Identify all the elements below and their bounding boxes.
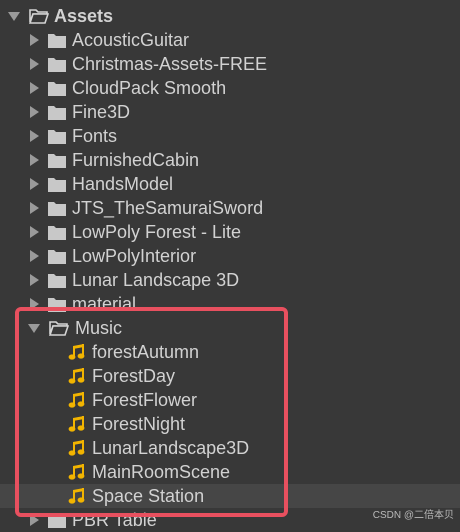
tree-label: ForestNight bbox=[92, 413, 186, 434]
audio-clip-icon bbox=[68, 368, 85, 384]
folder-icon bbox=[48, 153, 66, 168]
tree-row-audio[interactable]: LunarLandscape3D bbox=[0, 436, 460, 460]
tree-label: LunarLandscape3D bbox=[92, 437, 250, 458]
open-folder-icon bbox=[49, 321, 69, 336]
project-tree: Assets AcousticGuitar Christmas-Assets-F… bbox=[0, 0, 460, 530]
folder-icon bbox=[48, 129, 66, 144]
collapse-arrow-icon[interactable] bbox=[30, 226, 39, 238]
folder-icon bbox=[48, 225, 66, 240]
collapse-arrow-icon[interactable] bbox=[30, 514, 39, 526]
tree-label: ForestDay bbox=[92, 365, 176, 386]
collapse-arrow-icon[interactable] bbox=[30, 274, 39, 286]
tree-label: Music bbox=[75, 317, 123, 338]
tree-row-audio[interactable]: MainRoomScene bbox=[0, 460, 460, 484]
tree-label: LowPolyInterior bbox=[72, 245, 197, 266]
audio-clip-icon bbox=[68, 464, 85, 480]
tree-label: MainRoomScene bbox=[92, 461, 231, 482]
tree-label: Fonts bbox=[72, 125, 118, 146]
tree-row-music[interactable]: Music bbox=[0, 316, 460, 340]
folder-icon bbox=[48, 57, 66, 72]
tree-row-folder[interactable]: LowPoly Forest - Lite bbox=[0, 220, 460, 244]
audio-clip-icon bbox=[68, 416, 85, 432]
tree-row-folder[interactable]: Fonts bbox=[0, 124, 460, 148]
tree-row-assets[interactable]: Assets bbox=[0, 4, 460, 28]
audio-clip-icon bbox=[68, 392, 85, 408]
collapse-arrow-icon[interactable] bbox=[30, 82, 39, 94]
folder-icon bbox=[48, 249, 66, 264]
audio-clip-icon bbox=[68, 440, 85, 456]
folder-icon bbox=[48, 105, 66, 120]
open-folder-icon bbox=[29, 9, 49, 24]
collapse-arrow-icon[interactable] bbox=[30, 154, 39, 166]
tree-label: LowPoly Forest - Lite bbox=[72, 221, 242, 242]
folder-icon bbox=[48, 513, 66, 528]
tree-row-folder[interactable]: material bbox=[0, 292, 460, 316]
tree-label: Lunar Landscape 3D bbox=[72, 269, 240, 290]
tree-row-audio[interactable]: ForestFlower bbox=[0, 388, 460, 412]
collapse-arrow-icon[interactable] bbox=[30, 58, 39, 70]
folder-icon bbox=[48, 201, 66, 216]
collapse-arrow-icon[interactable] bbox=[30, 250, 39, 262]
collapse-arrow-icon[interactable] bbox=[30, 178, 39, 190]
tree-label: HandsModel bbox=[72, 173, 174, 194]
tree-row-audio[interactable]: ForestDay bbox=[0, 364, 460, 388]
watermark: CSDN @二倍本贝 bbox=[372, 510, 454, 521]
audio-clip-icon bbox=[68, 344, 85, 360]
collapse-arrow-icon[interactable] bbox=[30, 34, 39, 46]
tree-row-audio-selected[interactable]: Space Station bbox=[0, 484, 460, 508]
collapse-arrow-icon[interactable] bbox=[30, 298, 39, 310]
folder-icon bbox=[48, 273, 66, 288]
tree-row-audio[interactable]: forestAutumn bbox=[0, 340, 460, 364]
tree-label: material bbox=[72, 293, 137, 314]
tree-label: CloudPack Smooth bbox=[72, 77, 227, 98]
tree-label: FurnishedCabin bbox=[72, 149, 200, 170]
collapse-arrow-icon[interactable] bbox=[30, 130, 39, 142]
tree-row-folder[interactable]: CloudPack Smooth bbox=[0, 76, 460, 100]
folder-icon bbox=[48, 81, 66, 96]
tree-label: PBR Table bbox=[72, 509, 157, 530]
folder-icon bbox=[48, 297, 66, 312]
tree-label: forestAutumn bbox=[92, 341, 200, 362]
expand-arrow-icon[interactable] bbox=[8, 11, 20, 21]
tree-row-folder[interactable]: AcousticGuitar bbox=[0, 28, 460, 52]
tree-label: Space Station bbox=[92, 485, 205, 506]
tree-label: Fine3D bbox=[72, 101, 131, 122]
tree-label: JTS_TheSamuraiSword bbox=[72, 197, 264, 218]
tree-row-folder[interactable]: JTS_TheSamuraiSword bbox=[0, 196, 460, 220]
tree-label: AcousticGuitar bbox=[72, 29, 190, 50]
tree-row-audio[interactable]: ForestNight bbox=[0, 412, 460, 436]
tree-row-folder[interactable]: Christmas-Assets-FREE bbox=[0, 52, 460, 76]
folder-icon bbox=[48, 177, 66, 192]
collapse-arrow-icon[interactable] bbox=[30, 202, 39, 214]
expand-arrow-icon[interactable] bbox=[28, 323, 40, 333]
tree-label: Christmas-Assets-FREE bbox=[72, 53, 268, 74]
tree-label: Assets bbox=[54, 5, 114, 26]
audio-clip-icon bbox=[68, 488, 85, 504]
collapse-arrow-icon[interactable] bbox=[30, 106, 39, 118]
tree-row-folder[interactable]: LowPolyInterior bbox=[0, 244, 460, 268]
folder-icon bbox=[48, 33, 66, 48]
tree-row-folder[interactable]: Fine3D bbox=[0, 100, 460, 124]
tree-row-folder[interactable]: Lunar Landscape 3D bbox=[0, 268, 460, 292]
tree-label: ForestFlower bbox=[92, 389, 198, 410]
tree-row-folder[interactable]: HandsModel bbox=[0, 172, 460, 196]
tree-row-folder[interactable]: FurnishedCabin bbox=[0, 148, 460, 172]
